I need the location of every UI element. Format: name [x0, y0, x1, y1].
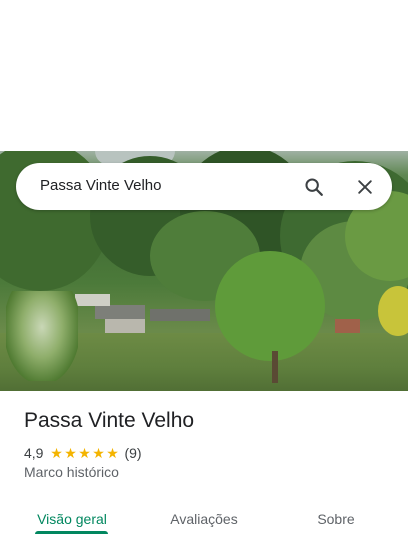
place-title: Passa Vinte Velho	[24, 409, 195, 432]
rating-row[interactable]: 4,9 ★ ★ ★ ★ ★ (9)	[24, 444, 142, 462]
tab-reviews[interactable]: Avaliações	[152, 499, 256, 539]
active-tab-indicator	[35, 531, 108, 534]
place-details-panel: Passa Vinte Velho 4,9 ★ ★ ★ ★ ★ (9) Marc…	[0, 391, 408, 542]
star-rating: ★ ★ ★ ★ ★	[49, 446, 119, 460]
place-category: Marco histórico	[24, 464, 119, 480]
map-area-blank	[0, 0, 408, 151]
search-icon[interactable]	[301, 174, 327, 200]
tab-about[interactable]: Sobre	[284, 499, 388, 539]
star-icon: ★	[106, 445, 119, 461]
search-input[interactable]: Passa Vinte Velho	[40, 177, 161, 194]
rating-value: 4,9	[24, 445, 44, 461]
review-count[interactable]: (9)	[124, 445, 141, 461]
search-bar[interactable]: Passa Vinte Velho	[16, 163, 392, 210]
star-icon: ★	[78, 445, 91, 461]
star-icon: ★	[92, 445, 105, 461]
star-icon: ★	[64, 445, 77, 461]
close-icon[interactable]	[352, 174, 378, 200]
star-icon: ★	[50, 445, 63, 461]
